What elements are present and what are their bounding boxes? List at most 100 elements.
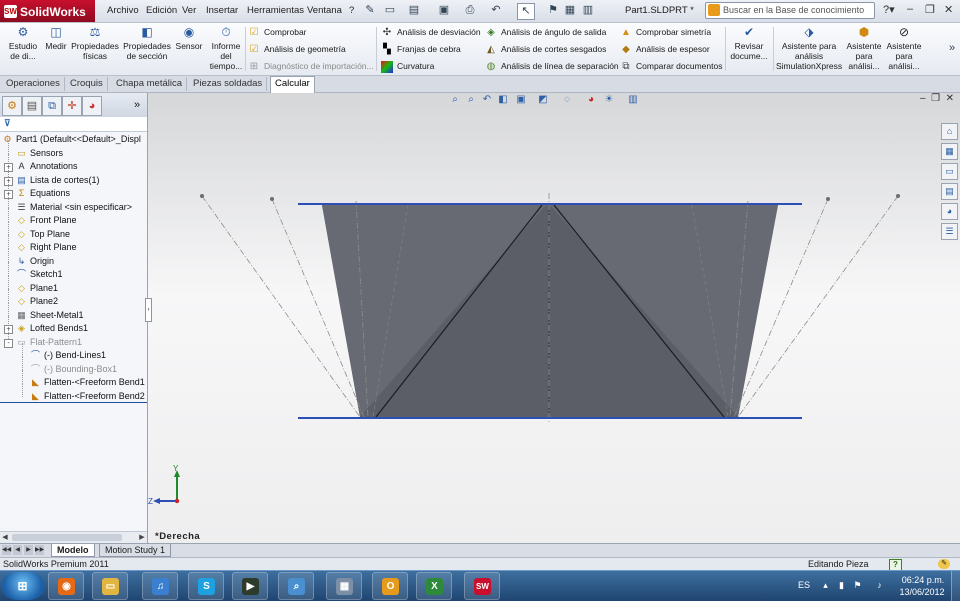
symmetry-check-button[interactable]: ▲ Comprobar simetría xyxy=(620,26,711,39)
tree-node[interactable]: ◇ Top Plane xyxy=(16,228,70,241)
tree-node[interactable]: ◇ Front Plane xyxy=(16,214,77,227)
last-tab-icon[interactable]: ▶▶ xyxy=(35,545,44,555)
language-indicator[interactable]: ES xyxy=(798,580,810,590)
scroll-right-icon[interactable]: ▶ xyxy=(137,532,147,543)
save-icon[interactable]: ▣ xyxy=(436,3,452,18)
rollback-bar[interactable] xyxy=(0,402,147,403)
tab-calcular[interactable]: Calcular xyxy=(270,76,315,93)
appearances-icon[interactable]: ◕ xyxy=(941,203,958,220)
menu-archivo[interactable]: Archivo xyxy=(107,5,139,16)
zebra-stripes-button[interactable]: ▚ Franjas de cebra xyxy=(381,43,461,56)
panel-horizontal-scrollbar[interactable]: ◀ ▶ xyxy=(0,531,147,543)
taskbar-app-button[interactable]: ◉ xyxy=(48,572,84,600)
print-icon[interactable]: ⎙ xyxy=(462,3,478,18)
feature-manager-tab-icon[interactable]: ⚙ xyxy=(2,96,22,116)
simulationxpress-button[interactable]: ⬗ Asistente para análisis SimulationXpres… xyxy=(776,25,842,71)
options-icon[interactable]: ▥ xyxy=(580,3,596,18)
more-commands-icon[interactable]: » xyxy=(944,41,960,56)
minimize-button[interactable]: – xyxy=(907,3,913,15)
clock-time[interactable]: 06:24 p.m. xyxy=(898,575,948,585)
tree-node[interactable]: Σ Equations xyxy=(16,187,70,200)
taskbar-app-button[interactable]: ▶ xyxy=(232,572,268,600)
custom-properties-icon[interactable]: ☰ xyxy=(941,223,958,240)
taskbar-app-button[interactable]: ⌕ xyxy=(278,572,314,600)
taskbar-app-button[interactable]: ♫ xyxy=(142,572,178,600)
check-button[interactable]: ☑ Comprobar xyxy=(248,26,307,39)
design-library-icon[interactable]: ▦ xyxy=(941,143,958,160)
menu-insertar[interactable]: Insertar xyxy=(206,5,238,16)
tab-croquis[interactable]: Croquis xyxy=(66,77,108,91)
solidworks-logo[interactable]: SW SolidWorks xyxy=(0,0,95,22)
tree-node[interactable]: ⚙ Part1 (Default<<Default>_Displ xyxy=(2,133,140,146)
graphics-area[interactable]: ⌕ ⌕ ↶ ◧ ▣ ◩ ◌ ◕ ☀ ▥ – ❐ ✕ ⌂ ▦ ▭ ▤ ◕ ☰ Y … xyxy=(145,93,960,543)
filter-bar[interactable]: ⊽ xyxy=(0,117,147,132)
taskbar-app-button[interactable]: ▭ xyxy=(92,572,128,600)
property-manager-tab-icon[interactable]: ▤ xyxy=(22,96,42,116)
search-input[interactable]: Buscar en la Base de conocimiento xyxy=(705,2,875,19)
file-properties-icon[interactable]: ▦ xyxy=(562,3,578,18)
tree-node[interactable]: ◇ Plane1 xyxy=(16,282,58,295)
menu-help[interactable]: ? xyxy=(349,5,354,16)
open-icon[interactable]: ▤ xyxy=(406,3,422,18)
volume-icon[interactable]: ♪ xyxy=(874,580,885,591)
measure-button[interactable]: ◫ Medir xyxy=(43,25,69,51)
tree-node[interactable]: ⌒ Sketch1 xyxy=(16,268,63,281)
draft-analysis-button[interactable]: ◈ Análisis de ángulo de salida xyxy=(485,26,606,39)
tree-node[interactable]: ◇ Right Plane xyxy=(16,241,77,254)
tree-node[interactable]: ↳ Origin xyxy=(16,255,54,268)
parting-line-analysis-button[interactable]: ◍ Análisis de línea de separación xyxy=(485,60,619,73)
curvature-button[interactable]: ■ Curvatura xyxy=(381,60,434,73)
pin-icon[interactable]: ✎ xyxy=(362,3,378,18)
prev-tab-icon[interactable]: ◀ xyxy=(13,545,22,555)
compare-documents-button[interactable]: ⧉ Comparar documentos xyxy=(620,60,722,73)
home-icon[interactable]: ⌂ xyxy=(941,123,958,140)
geometry-analysis-button[interactable]: ☑ Análisis de geometría xyxy=(248,43,346,56)
tree-node[interactable]: ▦ Sheet-Metal1 xyxy=(16,309,83,322)
tab-operaciones[interactable]: Operaciones xyxy=(2,77,65,91)
filter-icon[interactable]: ⊽ xyxy=(4,118,14,129)
dimxpert-tab-icon[interactable]: ✛ xyxy=(62,96,82,116)
tab-chapa-metalica[interactable]: Chapa metálica xyxy=(112,77,188,91)
tree-node[interactable]: ◣ Flatten-<Freeform Bend2 xyxy=(30,390,145,403)
tree-node[interactable]: A Annotations xyxy=(16,160,77,173)
menu-ver[interactable]: Ver xyxy=(182,5,196,16)
taskbar-app-button[interactable]: O xyxy=(372,572,408,600)
menu-herramientas[interactable]: Herramientas xyxy=(247,5,304,16)
tree-node[interactable]: ⌒ (-) Bend-Lines1 xyxy=(30,349,106,362)
tree-node[interactable]: ▭ Sensors xyxy=(16,147,63,160)
design-study-button[interactable]: ⚙ Estudio de di... xyxy=(6,25,40,61)
menu-ventana[interactable]: Ventana xyxy=(307,5,342,16)
section-properties-button[interactable]: ◧ Propiedades de sección xyxy=(122,25,172,61)
model-part[interactable] xyxy=(322,204,778,418)
undercut-analysis-button[interactable]: ◭ Análisis de cortes sesgados xyxy=(485,43,606,56)
taskbar-app-button[interactable]: S xyxy=(188,572,224,600)
tree-expander[interactable]: - xyxy=(4,338,13,348)
panel-splitter[interactable]: ‹ xyxy=(145,298,152,322)
select-icon[interactable]: ↖ xyxy=(517,3,535,20)
action-center-icon[interactable]: ⚑ xyxy=(852,580,863,591)
model-canvas[interactable] xyxy=(148,93,960,543)
new-document-icon[interactable]: ▭ xyxy=(382,3,398,18)
expand-panel-icon[interactable]: » xyxy=(128,96,146,114)
show-desktop-button[interactable] xyxy=(951,571,960,601)
clock-date[interactable]: 13/06/2012 xyxy=(894,587,950,597)
show-hidden-icons-icon[interactable]: ▴ xyxy=(820,580,831,591)
first-tab-icon[interactable]: ◀◀ xyxy=(2,545,11,555)
close-button[interactable]: ✕ xyxy=(944,3,953,16)
help-dropdown-icon[interactable]: ?▾ xyxy=(883,3,895,16)
tree-node[interactable]: ◇ Plane2 xyxy=(16,295,58,308)
tree-node[interactable]: ▤ Lista de cortes(1) xyxy=(16,174,99,187)
tab-model[interactable]: Modelo xyxy=(51,544,95,557)
scroll-thumb[interactable] xyxy=(12,534,122,541)
file-explorer-icon[interactable]: ▭ xyxy=(941,163,958,180)
tree-node[interactable]: ◈ Lofted Bends1 xyxy=(16,322,88,335)
tree-node[interactable]: ⌒ (-) Bounding-Box1 xyxy=(30,363,117,376)
floxpress-button[interactable]: ⬢ Asistente para análisi... xyxy=(845,25,883,71)
view-palette-icon[interactable]: ▤ xyxy=(941,183,958,200)
taskbar-app-button[interactable]: SW xyxy=(464,572,500,600)
undo-icon[interactable]: ↶ xyxy=(488,3,504,18)
configuration-manager-tab-icon[interactable]: ⧉ xyxy=(42,96,62,116)
rebuild-icon[interactable]: ⚑ xyxy=(545,3,561,18)
tree-node[interactable]: ◣ Flatten-<Freeform Bend1 xyxy=(30,376,145,389)
design-checker-button[interactable]: ✔ Revisar docume... xyxy=(728,25,770,61)
